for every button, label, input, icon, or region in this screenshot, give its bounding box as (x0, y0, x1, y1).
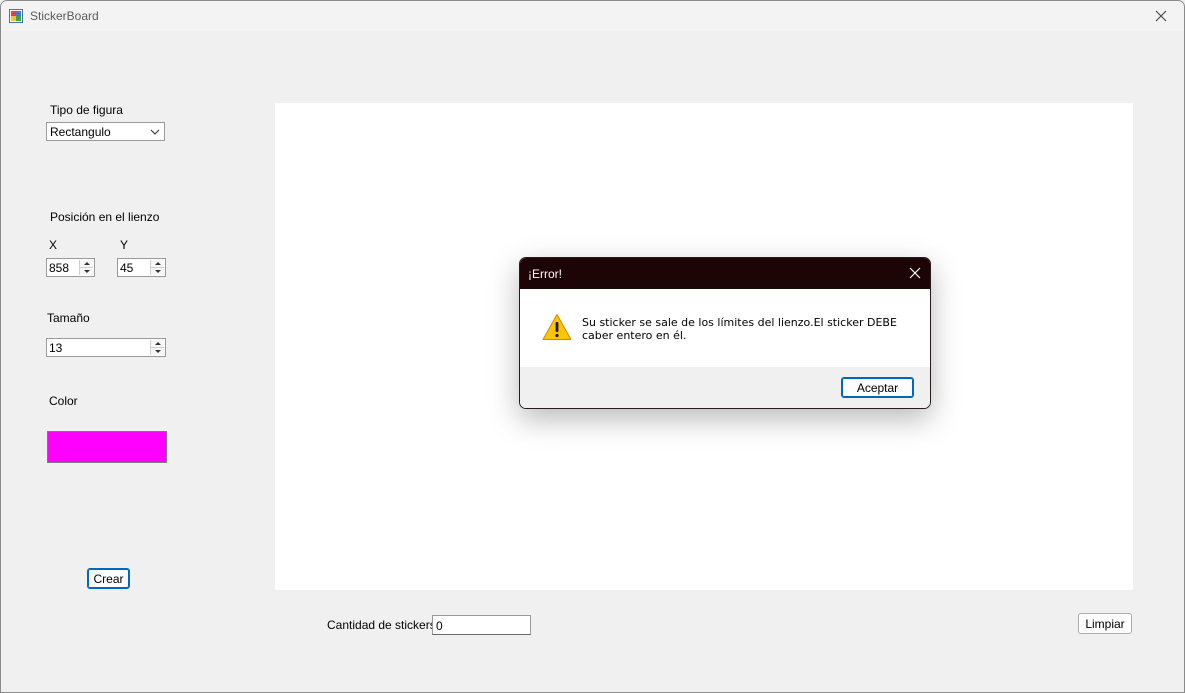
close-icon (1155, 10, 1167, 22)
shape-type-label: Tipo de figura (50, 103, 123, 117)
clear-button[interactable]: Limpiar (1078, 613, 1132, 634)
window-close-button[interactable] (1138, 1, 1184, 31)
dialog-footer: Aceptar (520, 367, 930, 408)
dialog-title: ¡Error! (528, 267, 562, 281)
arrow-up-icon (154, 262, 161, 265)
y-label: Y (120, 238, 129, 252)
create-button[interactable]: Crear (87, 568, 130, 589)
arrow-down-icon (154, 270, 161, 273)
arrow-up-icon (154, 342, 161, 345)
arrow-up-icon (83, 262, 90, 265)
accept-button[interactable]: Aceptar (841, 377, 914, 398)
sticker-count-field: 0 (432, 615, 531, 635)
arrow-down-icon (83, 270, 90, 273)
x-increment-button[interactable] (80, 260, 93, 267)
size-input[interactable] (48, 340, 149, 355)
dialog-title-bar: ¡Error! (520, 258, 930, 289)
title-bar: StickerBoard (1, 1, 1184, 31)
position-label: Posición en el lienzo (50, 210, 160, 224)
color-label: Color (49, 394, 78, 408)
size-label: Tamaño (47, 311, 90, 325)
x-input[interactable] (48, 260, 79, 275)
sticker-count-label: Cantidad de stickers: (327, 618, 440, 632)
sticker-count-value: 0 (436, 619, 443, 633)
dialog-close-button[interactable] (909, 267, 921, 279)
shape-type-value: Rectangulo (50, 125, 111, 139)
size-increment-button[interactable] (151, 340, 164, 347)
dialog-message: Su sticker se sale de los límites del li… (582, 316, 897, 342)
chevron-down-icon (150, 129, 160, 135)
y-decrement-button[interactable] (151, 267, 164, 275)
color-swatch[interactable] (47, 431, 167, 463)
shape-type-select[interactable]: Rectangulo (46, 122, 165, 141)
x-stepper[interactable] (46, 258, 95, 277)
y-input[interactable] (119, 260, 150, 275)
x-decrement-button[interactable] (80, 267, 93, 275)
app-icon (9, 9, 23, 23)
size-decrement-button[interactable] (151, 347, 164, 355)
y-stepper[interactable] (117, 258, 166, 277)
size-stepper[interactable] (46, 338, 166, 357)
dialog-body: Su sticker se sale de los límites del li… (520, 289, 930, 367)
y-increment-button[interactable] (151, 260, 164, 267)
arrow-down-icon (154, 350, 161, 353)
error-dialog: ¡Error! Su sticker se sale de los límite… (519, 257, 931, 409)
warning-icon (542, 314, 572, 340)
x-label: X (49, 238, 58, 252)
window-title: StickerBoard (30, 9, 99, 23)
